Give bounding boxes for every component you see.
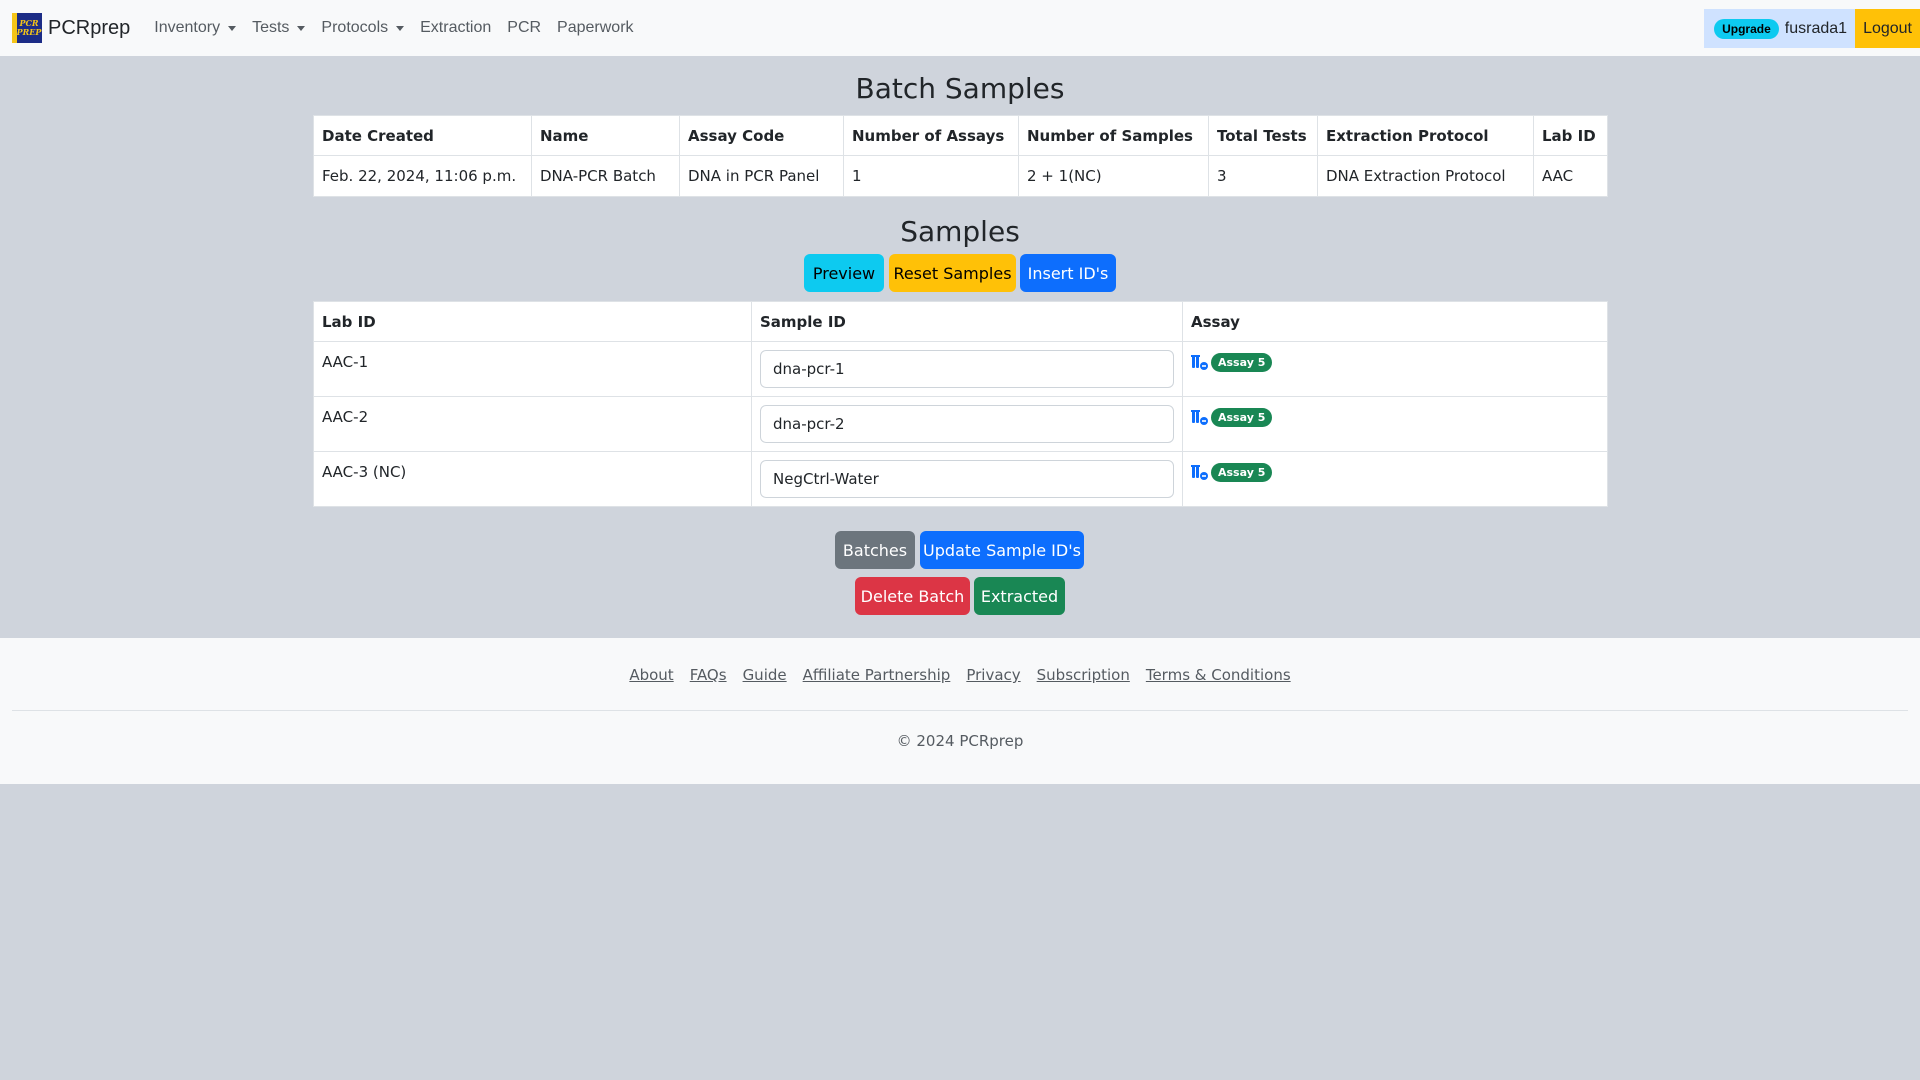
vials-icon xyxy=(1191,464,1208,480)
username: fusrada1 xyxy=(1784,19,1848,37)
footer-links: About FAQs Guide Affiliate Partnership P… xyxy=(0,666,1920,684)
vials-icon xyxy=(1191,409,1208,425)
cell-date-created: Feb. 22, 2024, 11:06 p.m. xyxy=(313,155,532,197)
col-header-number-of-samples: Number of Samples xyxy=(1018,115,1209,156)
samples-title: Samples xyxy=(900,215,1020,248)
cell-number-of-assays: 1 xyxy=(843,155,1019,197)
copyright: © 2024 PCRprep xyxy=(896,732,1024,750)
vials-icon xyxy=(1191,354,1208,370)
nav-item-extraction[interactable]: Extraction xyxy=(412,19,499,37)
footer-link-guide[interactable]: Guide xyxy=(743,666,787,684)
col-header-extraction-protocol: Extraction Protocol xyxy=(1317,115,1534,156)
cell-number-of-samples: 2 + 1(NC) xyxy=(1018,155,1209,197)
chevron-down-icon xyxy=(396,25,405,31)
extracted-button[interactable]: Extracted xyxy=(974,577,1065,615)
col-header-assay-code: Assay Code xyxy=(679,115,844,156)
col-header-name: Name xyxy=(531,115,680,156)
nav-item-label: Extraction xyxy=(420,19,492,36)
cell-total-tests: 3 xyxy=(1208,155,1318,197)
table-row: AAC-1 Assay 5 xyxy=(313,341,1608,397)
col-header-assay: Assay xyxy=(1182,301,1608,342)
nav-item-label: Protocols xyxy=(321,19,389,36)
batches-button[interactable]: Batches xyxy=(835,531,915,569)
col-header-total-tests: Total Tests xyxy=(1208,115,1318,156)
footer-link-about[interactable]: About xyxy=(629,666,673,684)
assay-badge[interactable]: Assay 5 xyxy=(1211,353,1273,372)
footer-link-faqs[interactable]: FAQs xyxy=(690,666,727,684)
brand-link[interactable]: PCR PREP PCRprep xyxy=(12,13,130,43)
cell-sample-id xyxy=(751,396,1183,452)
cell-lab-id: AAC-1 xyxy=(313,341,752,397)
nav-item-label: PCR xyxy=(507,19,542,36)
upgrade-badge[interactable]: Upgrade xyxy=(1714,18,1779,39)
table-row: AAC-2 Assay 5 xyxy=(313,396,1608,452)
table-row: AAC-3 (NC) Assay 5 xyxy=(313,451,1608,507)
cell-lab-id: AAC-3 (NC) xyxy=(313,451,752,507)
batch-samples-title: Batch Samples xyxy=(855,72,1065,105)
col-header-lab-id: Lab ID xyxy=(1533,115,1608,156)
assay-badge[interactable]: Assay 5 xyxy=(1211,408,1273,427)
cell-assay: Assay 5 xyxy=(1182,396,1608,452)
cell-lab-id: AAC xyxy=(1533,155,1608,197)
sample-id-input[interactable] xyxy=(760,405,1174,443)
brand-name: PCRprep xyxy=(48,16,131,39)
cell-sample-id xyxy=(751,341,1183,397)
user-area: Upgrade fusrada1 Logout xyxy=(1704,9,1920,48)
batch-table-header-row: Date Created Name Assay Code Number of A… xyxy=(313,115,1608,156)
cell-assay-code: DNA in PCR Panel xyxy=(679,155,844,197)
delete-batch-button[interactable]: Delete Batch xyxy=(855,577,970,615)
col-header-sample-id: Sample ID xyxy=(751,301,1183,342)
sample-id-input[interactable] xyxy=(760,350,1174,388)
navbar: PCR PREP PCRprep Inventory Tests Protoco… xyxy=(0,0,1920,56)
col-header-date-created: Date Created xyxy=(313,115,532,156)
samples-table: Lab ID Sample ID Assay AAC-1 Assay 5 AAC… xyxy=(313,301,1608,507)
insert-ids-button[interactable]: Insert ID's xyxy=(1020,254,1116,292)
col-header-lab-id: Lab ID xyxy=(313,301,752,342)
nav-item-label: Tests xyxy=(252,19,290,36)
chevron-down-icon xyxy=(228,25,237,31)
brand-logo-text: PCR PREP xyxy=(16,18,42,37)
nav-item-protocols[interactable]: Protocols xyxy=(313,19,412,37)
nav-item-label: Paperwork xyxy=(557,19,634,36)
assay-badge[interactable]: Assay 5 xyxy=(1211,463,1273,482)
sample-id-input[interactable] xyxy=(760,460,1174,498)
logout-button[interactable]: Logout xyxy=(1855,9,1920,48)
update-sample-ids-button[interactable]: Update Sample ID's xyxy=(920,531,1084,569)
footer-link-subscription[interactable]: Subscription xyxy=(1037,666,1130,684)
cell-name: DNA-PCR Batch xyxy=(531,155,680,197)
nav-links: Inventory Tests Protocols Extraction PCR… xyxy=(146,19,641,37)
table-row: Feb. 22, 2024, 11:06 p.m. DNA-PCR Batch … xyxy=(313,155,1608,197)
col-header-number-of-assays: Number of Assays xyxy=(843,115,1019,156)
nav-item-pcr[interactable]: PCR xyxy=(499,19,549,37)
cell-extraction-protocol: DNA Extraction Protocol xyxy=(1317,155,1534,197)
nav-item-paperwork[interactable]: Paperwork xyxy=(549,19,641,37)
batch-table: Date Created Name Assay Code Number of A… xyxy=(313,115,1608,197)
footer: About FAQs Guide Affiliate Partnership P… xyxy=(0,638,1920,784)
footer-divider xyxy=(12,710,1908,711)
samples-table-header-row: Lab ID Sample ID Assay xyxy=(313,301,1608,342)
cell-sample-id xyxy=(751,451,1183,507)
cell-lab-id: AAC-2 xyxy=(313,396,752,452)
user-box: Upgrade fusrada1 xyxy=(1704,9,1856,48)
preview-button[interactable]: Preview xyxy=(804,254,884,292)
cell-assay: Assay 5 xyxy=(1182,451,1608,507)
nav-item-tests[interactable]: Tests xyxy=(244,19,313,37)
nav-item-inventory[interactable]: Inventory xyxy=(146,19,244,37)
footer-link-terms[interactable]: Terms & Conditions xyxy=(1146,666,1291,684)
reset-samples-button[interactable]: Reset Samples xyxy=(889,254,1016,292)
nav-item-label: Inventory xyxy=(154,19,221,36)
cell-assay: Assay 5 xyxy=(1182,341,1608,397)
brand-logo: PCR PREP xyxy=(12,13,42,43)
chevron-down-icon xyxy=(297,25,306,31)
footer-link-privacy[interactable]: Privacy xyxy=(966,666,1020,684)
footer-link-affiliate-partnership[interactable]: Affiliate Partnership xyxy=(803,666,951,684)
